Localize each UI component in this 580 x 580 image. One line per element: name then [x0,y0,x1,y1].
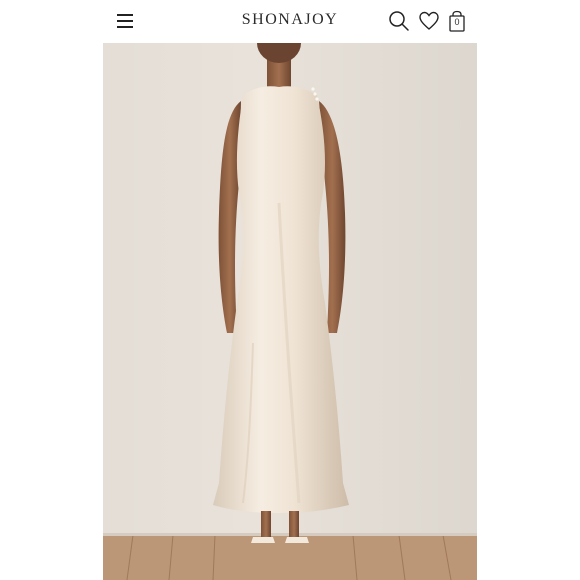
product-photo [103,23,477,580]
left-margin [0,0,103,580]
bag-count-badge: 0 [454,17,460,27]
site-header: SHONAJOY 0 [103,0,477,43]
search-icon[interactable] [387,9,411,33]
mobile-app-frame: SHONAJOY 0 [103,0,477,580]
hamburger-menu-icon[interactable] [113,10,137,32]
brand-logo[interactable]: SHONAJOY [242,11,338,28]
product-hero-image [103,23,477,580]
heart-icon[interactable] [417,9,441,33]
shopping-bag-button[interactable]: 0 [445,9,469,33]
right-margin [477,0,580,580]
